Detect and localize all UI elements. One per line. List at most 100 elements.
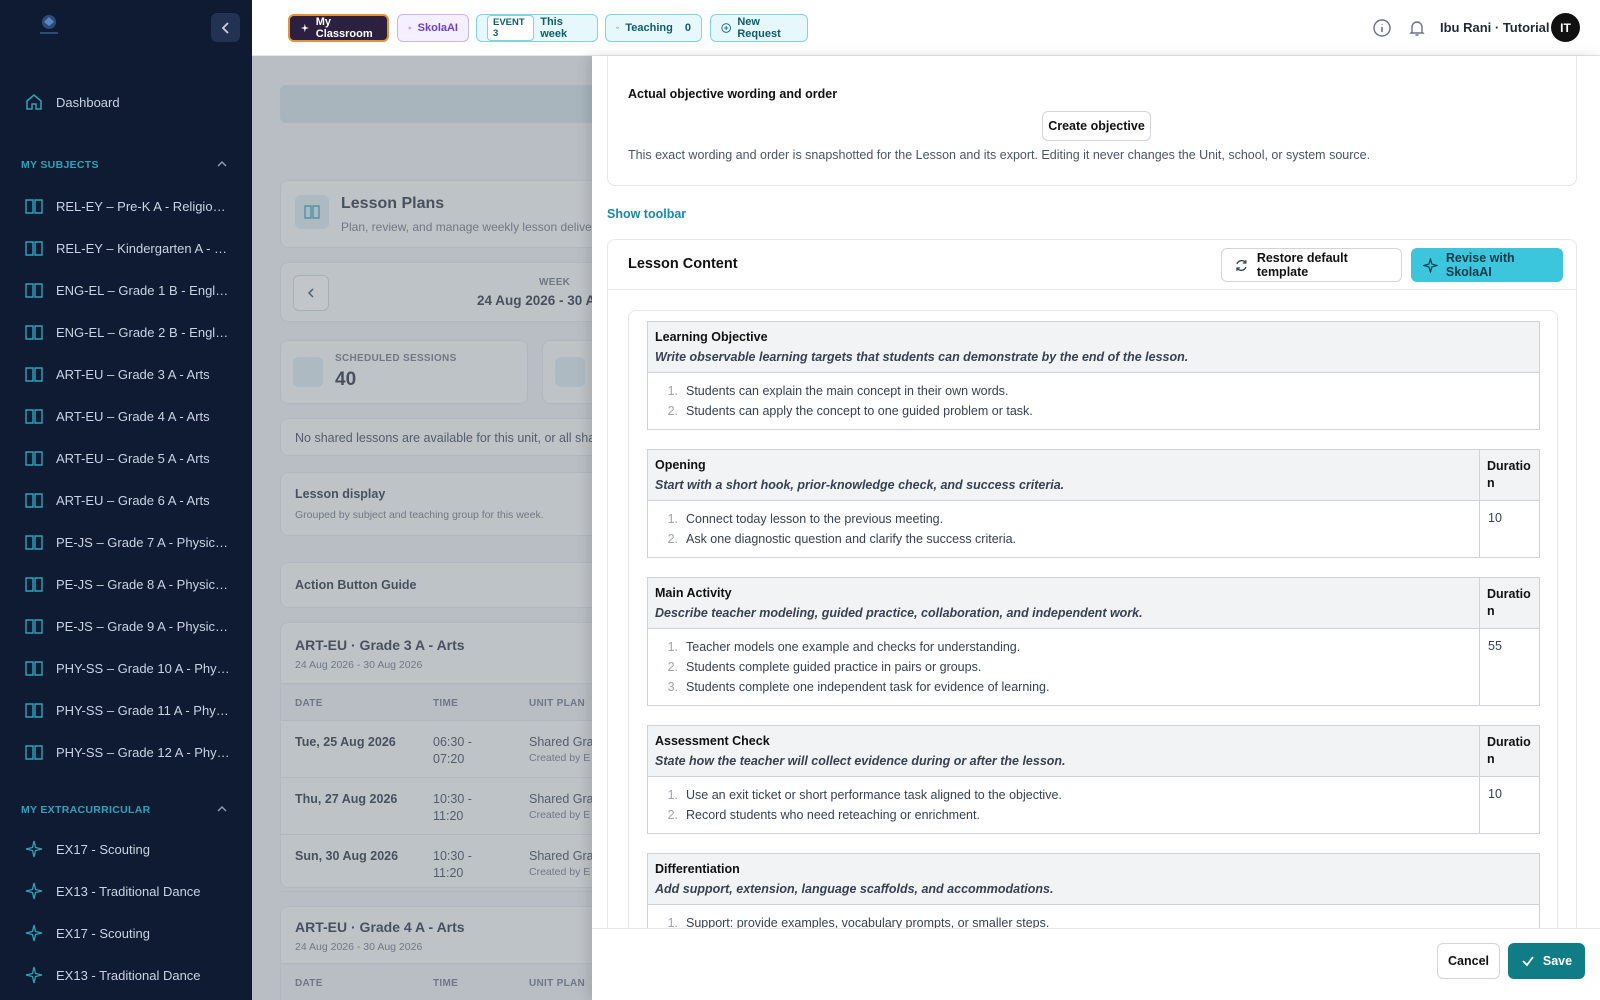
lesson-section: Opening Start with a short hook, prior-k… (647, 449, 1540, 558)
section-body[interactable]: 1. Teacher models one example and checks … (648, 629, 1539, 705)
skolaai-label: SkolaAI (417, 22, 458, 34)
cancel-button[interactable]: Cancel (1437, 943, 1500, 979)
objective-title: Actual objective wording and order (628, 87, 838, 101)
sidebar-item-subject[interactable]: PE-JS – Grade 8 A - Physical E... (0, 564, 252, 604)
sidebar-item-label: EX17 - Scouting (56, 841, 150, 857)
list-item-text: Students complete guided practice in pai… (686, 660, 982, 674)
duration-value[interactable]: 10 (1479, 777, 1539, 833)
sidebar-item-extracurricular[interactable]: EX13 - Traditional Dance (0, 871, 252, 911)
section-header: Learning Objective Write observable lear… (648, 322, 1539, 373)
sidebar-item-dashboard[interactable]: Dashboard (0, 82, 252, 122)
sparkle-icon (25, 966, 43, 984)
sidebar-item-label: ART-EU – Grade 3 A - Arts (56, 366, 210, 382)
show-toolbar-link[interactable]: Show toolbar (607, 207, 686, 221)
new-request-button[interactable]: New Request (710, 14, 808, 42)
event-badge: EVENT 3 (487, 15, 535, 41)
list-item[interactable]: 3. Students complete one independent task… (648, 677, 1539, 697)
section-subtitle: Write observable learning targets that s… (655, 350, 1189, 364)
sidebar-item-extracurricular[interactable]: EX17 - Scouting (0, 913, 252, 953)
refresh-icon (1236, 259, 1247, 271)
list-item[interactable]: 2. Students can apply the concept to one … (648, 401, 1539, 421)
list-item[interactable]: 2. Ask one diagnostic question and clarif… (648, 529, 1539, 549)
info-icon[interactable] (1372, 18, 1392, 38)
event-label: This week (540, 16, 568, 40)
duration-header: Duration (1479, 450, 1539, 500)
my-classroom-label: My Classroom (315, 16, 373, 40)
book-icon (25, 577, 43, 592)
list-item[interactable]: 2. Record students who need reteaching or… (648, 805, 1539, 825)
sidebar-item-label: REL-EY – Kindergarten A - Reli... (56, 240, 231, 256)
section-subtitle: Add support, extension, language scaffol… (655, 882, 1054, 896)
sidebar-item-subject[interactable]: ENG-EL – Grade 2 B - English (0, 312, 252, 352)
sidebar-item-label: ART-EU – Grade 5 A - Arts (56, 450, 210, 466)
book-icon (25, 241, 43, 256)
sparkle-icon (408, 26, 412, 30)
lesson-section: Learning Objective Write observable lear… (647, 321, 1540, 430)
book-icon (25, 493, 43, 508)
duration-value[interactable]: 10 (1479, 501, 1539, 557)
subjects-section-title: MY SUBJECTS (21, 159, 99, 171)
plus-circle-icon (721, 23, 731, 33)
sidebar-item-label: PHY-SS – Grade 10 A - Physics (56, 660, 231, 676)
list-item[interactable]: 1. Teacher models one example and checks … (648, 637, 1539, 657)
home-icon (26, 94, 42, 110)
book-icon (25, 745, 43, 760)
duration-header: Duration (1479, 578, 1539, 628)
save-button[interactable]: Save (1508, 943, 1585, 979)
save-label: Save (1542, 954, 1573, 968)
sidebar-item-label: REL-EY – Pre-K A - Religious a... (56, 198, 231, 214)
sidebar-item-extracurricular[interactable]: EX13 - Traditional Dance (0, 955, 252, 995)
list-item[interactable]: 2. Students complete guided practice in p… (648, 657, 1539, 677)
section-subtitle: Describe teacher modeling, guided practi… (655, 606, 1143, 620)
sidebar-item-subject[interactable]: PHY-SS – Grade 12 A - Physics (0, 732, 252, 772)
divider (607, 289, 1577, 290)
list-item[interactable]: 1. Connect today lesson to the previous m… (648, 509, 1539, 529)
sidebar-item-subject[interactable]: PE-JS – Grade 9 A - Physical E... (0, 606, 252, 646)
list-item[interactable]: 1. Use an exit ticket or short performanc… (648, 785, 1539, 805)
avatar[interactable]: IT (1551, 13, 1580, 42)
event-button[interactable]: EVENT 3 This week (476, 14, 598, 42)
sidebar-item-label: EX17 - Scouting (56, 925, 150, 941)
section-body[interactable]: 1. Use an exit ticket or short performanc… (648, 777, 1539, 833)
list-item-text: Students can explain the main concept in… (686, 384, 1009, 398)
book-icon (25, 703, 43, 718)
chevron-up-icon[interactable] (216, 803, 228, 815)
list-item[interactable]: 1. Students can explain the main concept … (648, 381, 1539, 401)
section-body[interactable]: 1. Connect today lesson to the previous m… (648, 501, 1539, 557)
sidebar-item-subject[interactable]: PHY-SS – Grade 10 A - Physics (0, 648, 252, 688)
list-item-text: Students can apply the concept to one gu… (686, 404, 1033, 418)
chevron-up-icon[interactable] (216, 158, 228, 170)
user-name[interactable]: Ibu Rani · Tutorial (1440, 20, 1550, 35)
book-icon (25, 367, 43, 382)
sidebar-item-extracurricular[interactable]: EX17 - Scouting (0, 829, 252, 869)
section-body[interactable]: 1. Students can explain the main concept … (648, 373, 1539, 429)
sidebar-item-subject[interactable]: PE-JS – Grade 7 A - Physical E... (0, 522, 252, 562)
book-icon (25, 619, 43, 634)
duration-value[interactable]: 55 (1479, 629, 1539, 705)
restore-template-button[interactable]: Restore default template (1221, 248, 1402, 282)
my-classroom-button[interactable]: My Classroom (288, 14, 389, 42)
sidebar-item-subject[interactable]: REL-EY – Kindergarten A - Reli... (0, 228, 252, 268)
sidebar-item-subject[interactable]: REL-EY – Pre-K A - Religious a... (0, 186, 252, 226)
revise-with-ai-button[interactable]: Revise with SkolaAI (1411, 248, 1563, 282)
create-objective-button[interactable]: Create objective (1042, 111, 1151, 141)
bell-icon[interactable] (1407, 18, 1427, 38)
teaching-button[interactable]: Teaching 0 (605, 14, 702, 42)
section-subtitle: State how the teacher will collect evide… (655, 754, 1066, 768)
sidebar-item-subject[interactable]: PHY-SS – Grade 11 A - Physics (0, 690, 252, 730)
section-header: Main Activity Describe teacher modeling,… (648, 578, 1539, 629)
sidebar-collapse-button[interactable] (211, 13, 240, 42)
skolaai-button[interactable]: SkolaAI (397, 14, 469, 42)
sidebar-item-label: PE-JS – Grade 9 A - Physical E... (56, 618, 231, 634)
section-title: Opening (655, 458, 706, 472)
sparkle-icon (300, 23, 309, 33)
section-title: Assessment Check (655, 734, 770, 748)
objective-note: This exact wording and order is snapshot… (628, 148, 1371, 162)
sidebar-item-subject[interactable]: ART-EU – Grade 6 A - Arts (0, 480, 252, 520)
revise-label: Revise with SkolaAI (1445, 251, 1515, 279)
sidebar-item-subject[interactable]: ENG-EL – Grade 1 B - English (0, 270, 252, 310)
sidebar-item-subject[interactable]: ART-EU – Grade 4 A - Arts (0, 396, 252, 436)
sparkle-icon (25, 924, 43, 942)
sidebar-item-subject[interactable]: ART-EU – Grade 5 A - Arts (0, 438, 252, 478)
sidebar-item-subject[interactable]: ART-EU – Grade 3 A - Arts (0, 354, 252, 394)
